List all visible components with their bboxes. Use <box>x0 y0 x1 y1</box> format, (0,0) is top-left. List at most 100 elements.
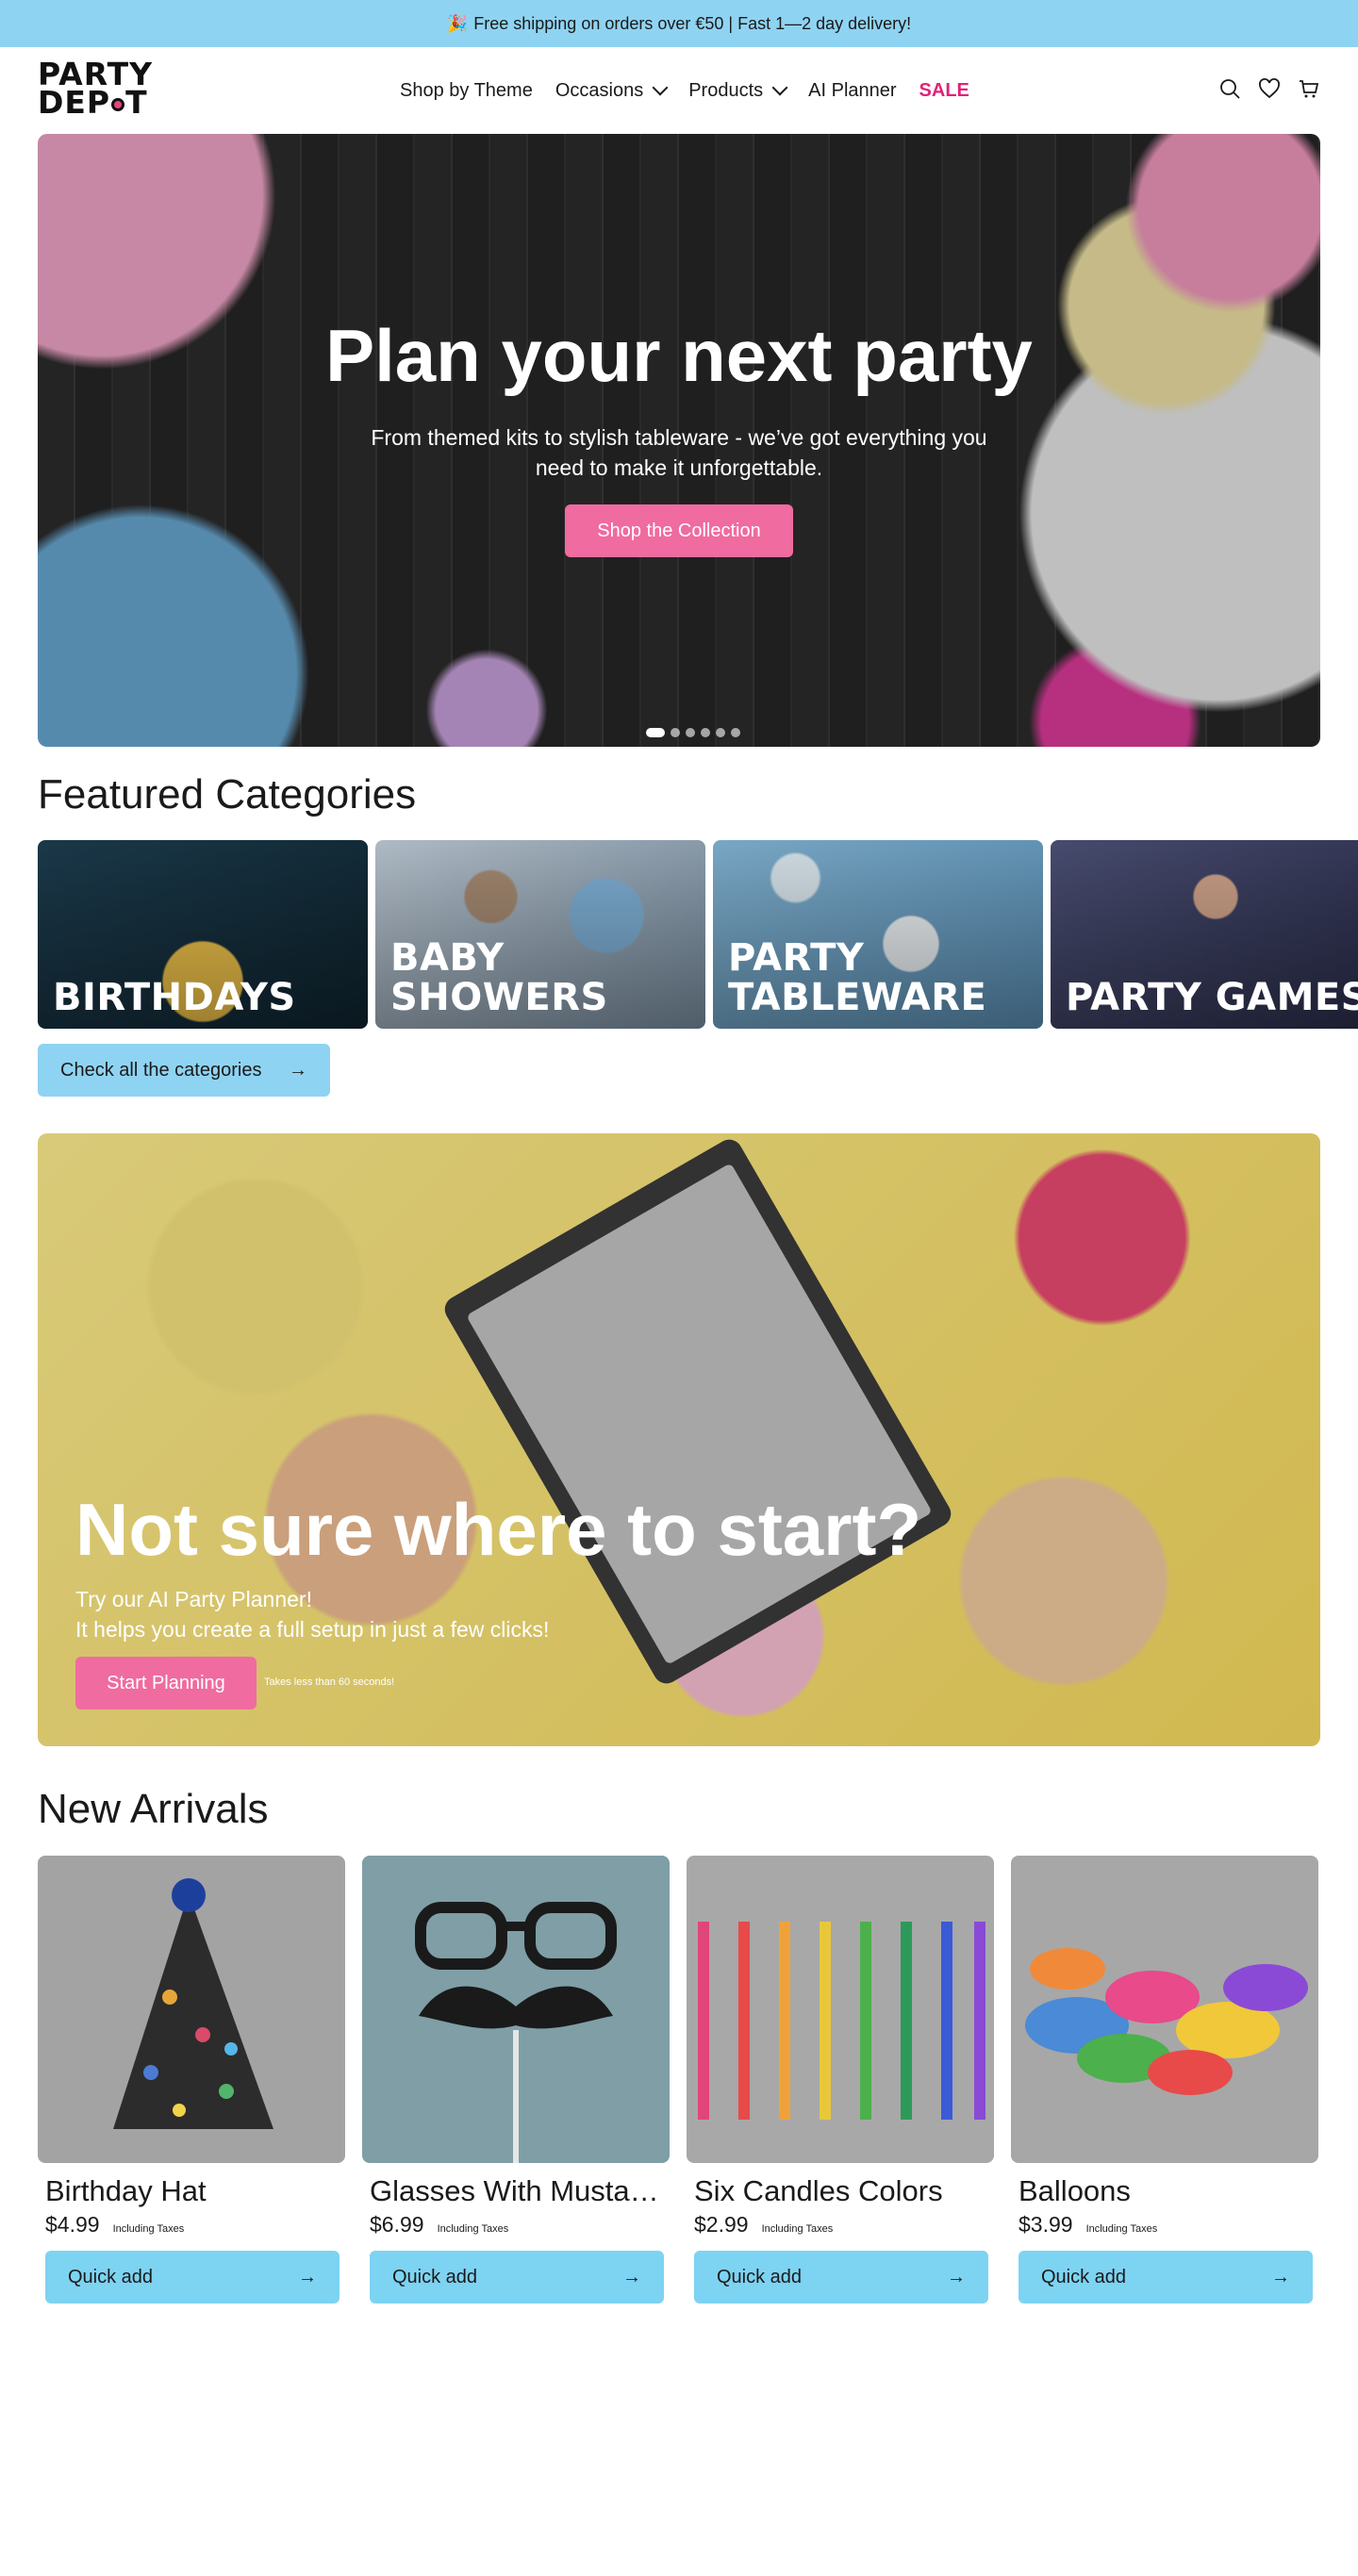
product-price: $6.99 <box>370 2212 424 2237</box>
product-price: $2.99 <box>694 2212 749 2237</box>
quick-add-button[interactable]: Quick add → <box>370 2251 664 2304</box>
nav-label: AI Planner <box>808 79 897 101</box>
logo-line-2b: T <box>125 84 148 121</box>
product-grid: Birthday Hat $4.99 Including Taxes Quick … <box>38 1856 1320 2308</box>
candles-image <box>698 1922 985 2120</box>
tax-note: Including Taxes <box>112 2223 185 2235</box>
price-row: $6.99 Including Taxes <box>370 2212 670 2237</box>
nav-label: Products <box>688 79 764 101</box>
nav-sale[interactable]: SALE <box>919 80 969 102</box>
search-icon[interactable] <box>1218 77 1241 100</box>
announcement-text: Free shipping on orders over €50 | Fast … <box>473 13 912 33</box>
nav-shop-by-theme[interactable]: Shop by Theme <box>400 80 533 102</box>
planner-subtitle: Try our AI Party Planner! It helps you c… <box>75 1584 549 1644</box>
check-all-categories-button[interactable]: Check all the categories → <box>38 1044 330 1097</box>
product-name[interactable]: Balloons <box>1018 2174 1311 2208</box>
category-label: PARTY GAMES <box>1066 976 1358 1019</box>
party-popper-icon: 🎉 <box>446 13 469 33</box>
product-image[interactable] <box>38 1856 345 2163</box>
party-hat-image <box>113 1878 273 2129</box>
slide-dot[interactable] <box>716 728 725 737</box>
party-depot-logo[interactable]: PARTY DEP T <box>38 58 160 121</box>
planner-note: Takes less than 60 seconds! <box>264 1676 395 1688</box>
logo-line-2a: DEP <box>38 84 111 121</box>
nav-label: Occasions <box>555 79 644 101</box>
nav-label: SALE <box>919 79 969 101</box>
quick-add-button[interactable]: Quick add → <box>694 2251 988 2304</box>
arrow-right-icon: → <box>289 1059 307 1081</box>
button-label: Check all the categories <box>60 1059 262 1081</box>
product-name[interactable]: Birthday Hat <box>45 2174 338 2208</box>
category-card-party-games[interactable]: PARTY GAMES <box>1051 840 1358 1029</box>
nav-products[interactable]: Products <box>688 79 788 102</box>
slide-dot[interactable] <box>646 728 665 737</box>
button-label: Quick add <box>1041 2266 1127 2287</box>
planner-title: Not sure where to start? <box>75 1488 922 1571</box>
logo-line-2: DEP T <box>38 87 160 118</box>
category-card-party-tableware[interactable]: PARTY TABLEWARE <box>713 840 1043 1029</box>
button-label: Quick add <box>392 2266 478 2287</box>
tax-note: Including Taxes <box>1085 2223 1158 2235</box>
hero-title: Plan your next party <box>325 314 1033 397</box>
tax-note: Including Taxes <box>437 2223 509 2235</box>
product-image[interactable] <box>362 1856 670 2163</box>
header-actions <box>1218 77 1320 100</box>
arrow-right-icon: → <box>622 2266 641 2287</box>
chevron-down-icon <box>652 79 669 96</box>
new-arrivals-title: New Arrivals <box>38 1786 269 1832</box>
category-card-baby-showers[interactable]: BABY SHOWERS <box>375 840 705 1029</box>
announcement-bar: 🎉 Free shipping on orders over €50 | Fas… <box>0 0 1358 47</box>
category-label: PARTY TABLEWARE <box>728 936 987 1019</box>
arrow-right-icon: → <box>1271 2266 1290 2287</box>
nav-label: Shop by Theme <box>400 79 533 101</box>
button-label: Quick add <box>68 2266 154 2287</box>
arrow-right-icon: → <box>298 2266 317 2287</box>
logo-dot-icon <box>111 97 125 111</box>
quick-add-button[interactable]: Quick add → <box>45 2251 340 2304</box>
planner-line-1: Try our AI Party Planner! <box>75 1587 312 1611</box>
price-row: $3.99 Including Taxes <box>1018 2212 1318 2237</box>
heart-icon[interactable] <box>1258 77 1281 100</box>
hero-banner: Plan your next party From themed kits to… <box>38 134 1320 747</box>
category-label: BABY SHOWERS <box>390 936 608 1019</box>
product-card: Six Candles Colors $2.99 Including Taxes … <box>687 1856 994 2304</box>
button-label: Quick add <box>717 2266 803 2287</box>
product-price: $4.99 <box>45 2212 100 2237</box>
arrow-right-icon: → <box>947 2266 966 2287</box>
slide-dot[interactable] <box>686 728 695 737</box>
featured-categories-title: Featured Categories <box>38 771 417 817</box>
product-image[interactable] <box>1011 1856 1318 2163</box>
category-card-birthdays[interactable]: BIRTHDAYS <box>38 840 368 1029</box>
product-name[interactable]: Six Candles Colors <box>694 2174 986 2208</box>
site-header: PARTY DEP T Shop by Theme Occasions Produ… <box>0 47 1358 134</box>
ai-planner-banner: Not sure where to start? Try our AI Part… <box>38 1133 1320 1746</box>
shop-collection-button[interactable]: Shop the Collection <box>565 504 793 557</box>
glasses-mustache-image <box>415 1902 617 2163</box>
nav-ai-planner[interactable]: AI Planner <box>808 80 896 102</box>
category-carousel: BIRTHDAYS BABY SHOWERS PARTY TABLEWARE P… <box>38 840 1358 1029</box>
cart-icon[interactable] <box>1298 77 1320 100</box>
category-label: BIRTHDAYS <box>53 976 296 1019</box>
planner-line-2: It helps you create a full setup in just… <box>75 1617 550 1642</box>
main-nav: Shop by Theme Occasions Products AI Plan… <box>400 74 969 107</box>
slide-dot[interactable] <box>731 728 740 737</box>
slide-dot[interactable] <box>671 728 680 737</box>
product-card: Glasses With Mustache $6.99 Including Tax… <box>362 1856 670 2304</box>
hero-subtitle: From themed kits to stylish tableware - … <box>371 425 987 480</box>
product-name[interactable]: Glasses With Mustache <box>370 2174 662 2208</box>
nav-occasions[interactable]: Occasions <box>555 79 669 102</box>
product-card: Birthday Hat $4.99 Including Taxes Quick … <box>38 1856 345 2304</box>
tax-note: Including Taxes <box>761 2223 834 2235</box>
slide-dot[interactable] <box>701 728 710 737</box>
product-card: Balloons $3.99 Including Taxes Quick add → <box>1011 1856 1318 2304</box>
price-row: $2.99 Including Taxes <box>694 2212 994 2237</box>
quick-add-button[interactable]: Quick add → <box>1018 2251 1313 2304</box>
balloons-image <box>1025 1948 1308 2095</box>
product-price: $3.99 <box>1018 2212 1073 2237</box>
price-row: $4.99 Including Taxes <box>45 2212 345 2237</box>
planner-overlay <box>38 1133 1320 1746</box>
product-image[interactable] <box>687 1856 994 2163</box>
chevron-down-icon <box>771 79 788 96</box>
hero-pagination <box>646 728 740 737</box>
start-planning-button[interactable]: Start Planning <box>75 1657 257 1709</box>
